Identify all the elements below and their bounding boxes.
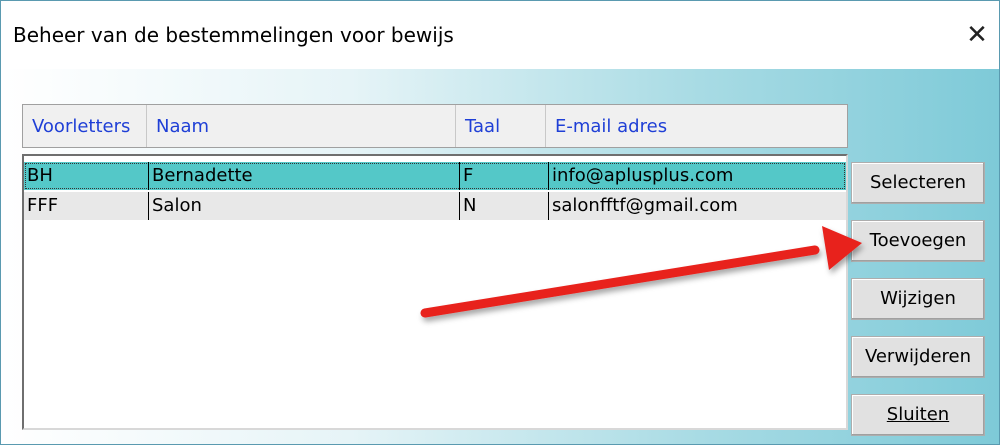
cell-voorletters: BH	[27, 165, 53, 186]
cell-email: info@aplusplus.com	[548, 162, 840, 190]
column-header-voorletters[interactable]: Voorletters	[23, 105, 147, 147]
add-button[interactable]: Toevoegen	[851, 220, 985, 262]
table-row[interactable]: BH Bernadette F info@aplusplus.com	[24, 162, 846, 190]
close-button[interactable]: Sluiten	[851, 394, 985, 436]
title-bar: Beheer van de bestemmelingen voor bewijs…	[1, 1, 999, 69]
delete-button-label: Verwijderen	[864, 346, 972, 367]
column-header-email[interactable]: E-mail adres	[546, 105, 847, 147]
delete-button[interactable]: Verwijderen	[851, 336, 985, 378]
column-header-naam[interactable]: Naam	[147, 105, 456, 147]
cell-naam: Salon	[148, 192, 459, 220]
select-button-label: Selecteren	[869, 172, 967, 193]
edit-button[interactable]: Wijzigen	[851, 278, 985, 320]
table-header: Voorletters Naam Taal E-mail adres	[22, 104, 848, 148]
cell-email: salonfftf@gmail.com	[548, 192, 840, 220]
table-row[interactable]: FFF Salon N salonfftf@gmail.com	[24, 192, 846, 220]
close-button-label: Sluiten	[886, 404, 950, 425]
edit-button-label: Wijzigen	[880, 288, 956, 309]
window-title: Beheer van de bestemmelingen voor bewijs	[13, 23, 454, 47]
add-button-label: Toevoegen	[869, 230, 967, 251]
close-icon[interactable]: ✕	[959, 17, 995, 53]
column-header-taal[interactable]: Taal	[456, 105, 546, 147]
recipients-table[interactable]: BH Bernadette F info@aplusplus.com FFF S…	[22, 154, 848, 430]
select-button[interactable]: Selecteren	[851, 162, 985, 204]
cell-voorletters: FFF	[27, 195, 59, 216]
cell-taal: F	[459, 162, 548, 190]
cell-taal: N	[459, 192, 548, 220]
cell-naam: Bernadette	[148, 162, 459, 190]
